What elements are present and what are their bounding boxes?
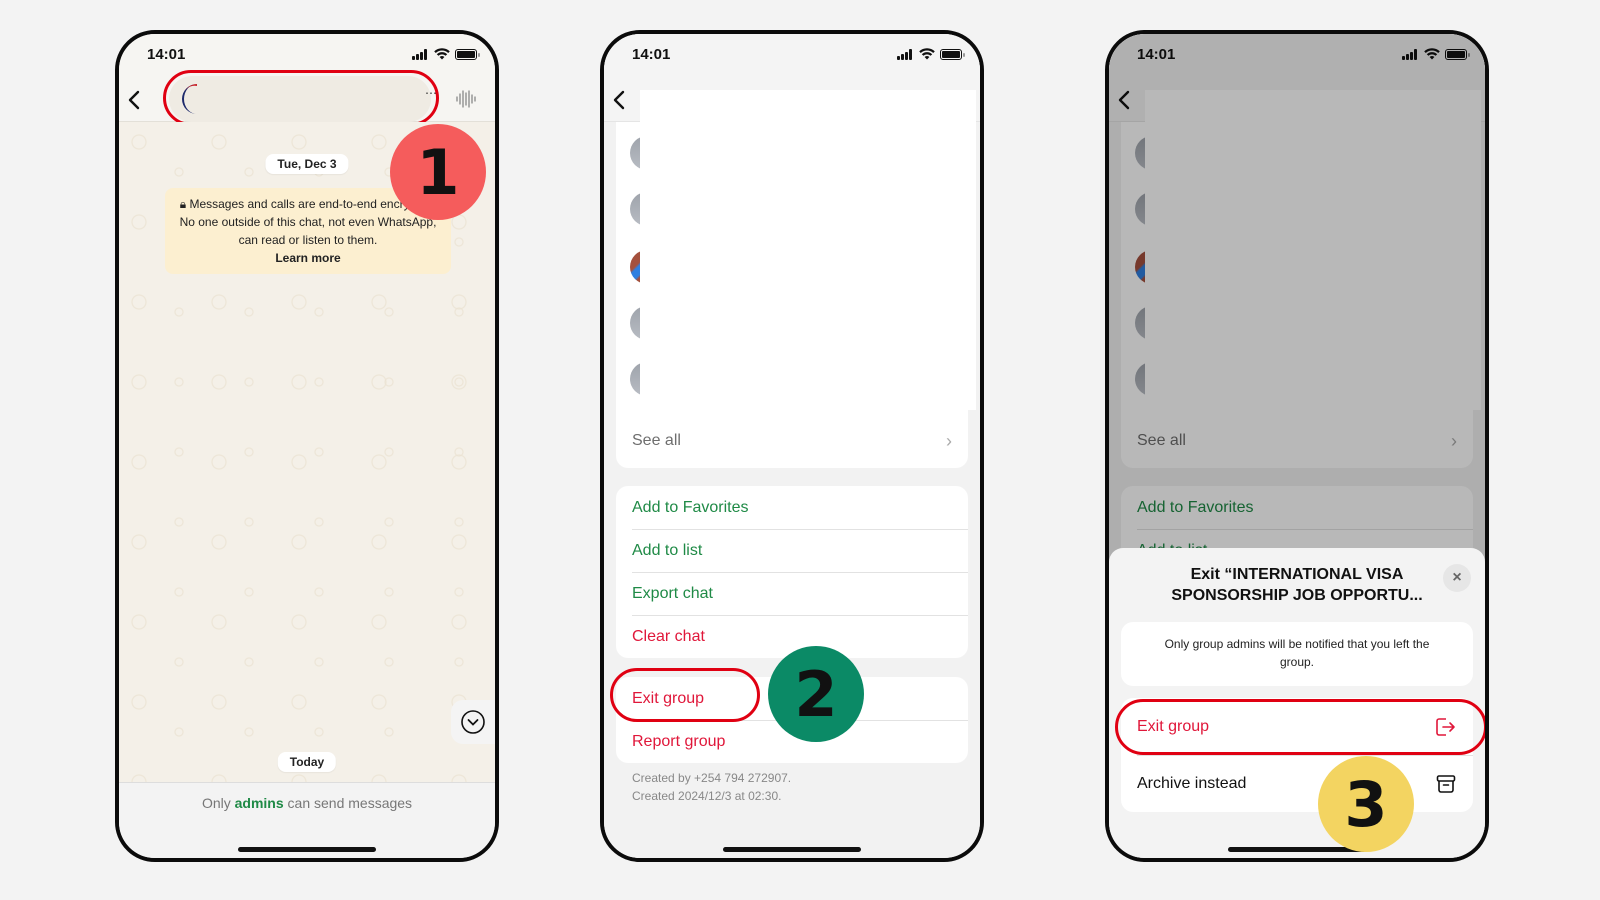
wifi-icon [919, 48, 935, 60]
more-dots-icon: ⋯ [425, 86, 437, 100]
encryption-text: Messages and calls are end-to-end encryp… [179, 197, 437, 247]
home-indicator [723, 847, 861, 852]
admins-link: admins [234, 795, 284, 811]
exit-group-sheet: Exit “INTERNATIONAL VISA SPONSORSHIP JOB… [1109, 548, 1485, 858]
close-icon[interactable]: × [1443, 564, 1471, 592]
exit-icon [1436, 717, 1455, 736]
back-icon[interactable] [610, 88, 630, 112]
voice-chat-icon[interactable] [455, 88, 477, 110]
add-to-favorites-item[interactable]: Add to Favorites [616, 486, 968, 529]
home-indicator [238, 847, 376, 852]
battery-icon [940, 48, 965, 60]
status-time: 14:01 [147, 46, 186, 63]
signal-icon [412, 48, 429, 60]
redacted-region [640, 90, 976, 410]
scroll-down-button[interactable] [451, 700, 495, 744]
status-bar: 14:01 [604, 34, 980, 78]
learn-more-link[interactable]: Learn more [275, 251, 340, 265]
see-all-members[interactable]: See all › [616, 414, 968, 468]
actions-menu: Add to Favorites Add to list Export chat… [616, 486, 968, 658]
archive-icon [1436, 774, 1456, 793]
lock-icon: 🔒︎ [179, 197, 187, 211]
sheet-note: Only group admins will be notified that … [1121, 622, 1473, 686]
archive-instead-button[interactable]: Archive instead [1121, 755, 1473, 812]
phone-exit-confirm: 14:01 See all › Add to Favorites Add to … [1105, 30, 1489, 862]
back-icon[interactable] [125, 88, 145, 112]
sheet-title: Exit “INTERNATIONAL VISA SPONSORSHIP JOB… [1171, 566, 1423, 604]
add-to-list-item[interactable]: Add to list [616, 529, 968, 572]
step-badge-3: 3 [1318, 756, 1414, 852]
wifi-icon [434, 48, 450, 60]
today-chip: Today [277, 752, 337, 772]
admins-only-notice: Only admins can send messages [201, 795, 413, 811]
battery-icon [455, 48, 480, 60]
export-chat-item[interactable]: Export chat [616, 572, 968, 615]
step-badge-1: 1 [390, 124, 486, 220]
date-chip: Tue, Dec 3 [265, 154, 349, 174]
step-badge-2: 2 [768, 646, 864, 742]
status-time: 14:01 [632, 46, 671, 63]
status-bar: 14:01 [119, 34, 495, 78]
chevron-right-icon: › [946, 430, 952, 451]
sheet-actions: Exit group Archive instead [1121, 698, 1473, 812]
group-created-info: Created by +254 794 272907. Created 2024… [632, 771, 792, 803]
confirm-exit-group-button[interactable]: Exit group [1121, 698, 1473, 755]
signal-icon [897, 48, 914, 60]
group-avatar [182, 84, 197, 114]
phone-group-info: 14:01 See all › Add to Favorites Add to … [600, 30, 984, 862]
chevron-down-circle-icon [461, 710, 485, 734]
